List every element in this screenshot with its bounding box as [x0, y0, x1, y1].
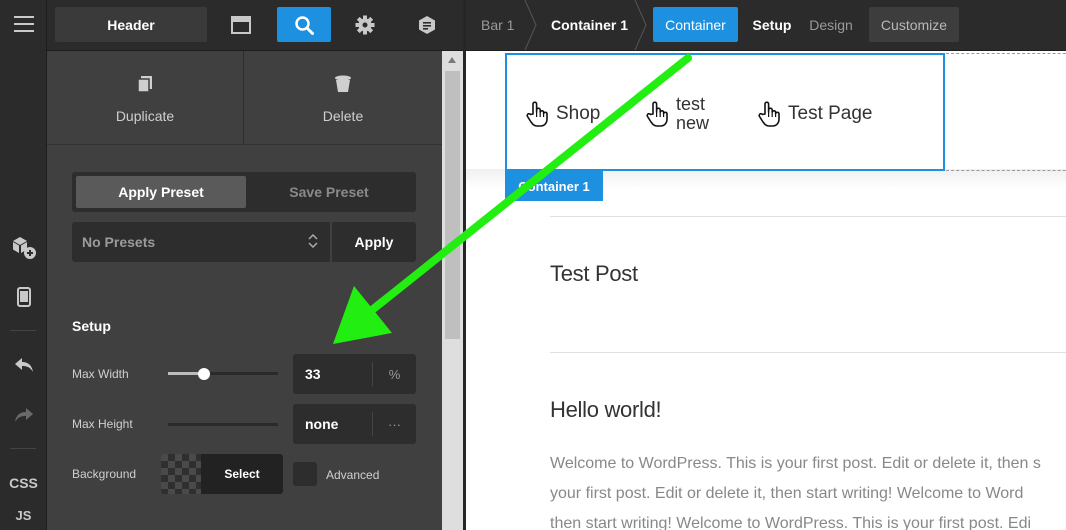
post-title[interactable]: Hello world!: [550, 397, 662, 423]
max-width-slider-handle[interactable]: [198, 368, 210, 380]
save-preset-tab[interactable]: Save Preset: [244, 176, 414, 208]
duplicate-icon: [137, 72, 153, 96]
scroll-up-icon[interactable]: [448, 57, 456, 63]
panel-scrollbar[interactable]: [442, 51, 463, 530]
post-divider: [550, 216, 1066, 217]
background-select-button[interactable]: Select: [201, 454, 283, 494]
rail-divider: [10, 448, 36, 449]
settings-panel: Duplicate Delete Apply Preset Save Prese…: [47, 51, 442, 530]
delete-button[interactable]: Delete: [244, 51, 442, 144]
pointer-hand-icon: [526, 101, 548, 127]
tab-customize[interactable]: Customize: [869, 7, 959, 42]
breadcrumb-separator-icon: [634, 0, 647, 50]
undo-icon[interactable]: [0, 345, 47, 385]
advanced-checkbox[interactable]: [293, 462, 317, 486]
excerpt-line: Welcome to WordPress. This is your first…: [550, 455, 1041, 472]
post-title[interactable]: Test Post: [550, 261, 638, 287]
max-width-value: 33: [305, 366, 321, 382]
nav-item-shop[interactable]: Shop: [526, 101, 600, 127]
advanced-label: Advanced: [326, 468, 380, 482]
top-toolbar: Header: [47, 0, 465, 51]
apply-preset-tab[interactable]: Apply Preset: [76, 176, 246, 208]
nav-item-label-line: test: [676, 94, 706, 114]
post-divider: [550, 352, 1066, 353]
excerpt-line: then start writing! Welcome to WordPress…: [550, 515, 1032, 530]
page-preview: Shop test new Test Page Container 1 Test…: [466, 51, 1066, 530]
nav-item-test-new[interactable]: test new: [646, 95, 709, 133]
gear-icon[interactable]: [345, 7, 385, 42]
background-label: Background: [72, 467, 137, 481]
max-width-unit[interactable]: %: [372, 362, 416, 386]
left-rail: CSS JS: [0, 0, 47, 530]
max-width-label: Max Width: [72, 367, 129, 381]
excerpt-line: your first post. Edit or delete it, then…: [550, 485, 1024, 502]
nav-item-test-page[interactable]: Test Page: [758, 101, 873, 127]
js-button[interactable]: JS: [0, 508, 47, 530]
trash-icon: [334, 72, 352, 96]
updown-chevron-icon: [308, 233, 318, 249]
section-title: Setup: [72, 318, 111, 334]
empty-container-outline[interactable]: [946, 53, 1066, 171]
nav-item-label-line: new: [676, 113, 710, 133]
breadcrumb-container-1[interactable]: Container 1: [551, 0, 628, 50]
container-label-tag[interactable]: Container 1: [505, 171, 603, 201]
pointer-hand-icon: [646, 101, 668, 127]
breadcrumb-bar-1[interactable]: Bar 1: [481, 0, 514, 50]
max-height-label: Max Height: [72, 417, 133, 431]
duplicate-button[interactable]: Duplicate: [47, 51, 243, 144]
preset-select[interactable]: No Presets: [72, 222, 330, 262]
responsive-icon[interactable]: [0, 277, 47, 317]
add-element-icon[interactable]: [0, 228, 47, 268]
preset-toggle: Apply Preset Save Preset: [72, 172, 416, 212]
tab-container[interactable]: Container: [653, 7, 738, 42]
max-height-slider-track[interactable]: [168, 423, 278, 426]
apply-button[interactable]: Apply: [332, 222, 416, 262]
rail-divider: [10, 330, 36, 331]
css-button[interactable]: CSS: [0, 463, 47, 503]
redo-icon[interactable]: [0, 395, 47, 435]
tab-design[interactable]: Design: [805, 7, 857, 42]
preset-select-value: No Presets: [82, 234, 156, 250]
max-height-input[interactable]: none ···: [293, 404, 416, 444]
more-options-icon[interactable]: ···: [372, 412, 416, 436]
header-button[interactable]: Header: [55, 7, 207, 42]
scrollbar-thumb[interactable]: [445, 71, 460, 339]
nav-item-label: test new: [676, 95, 709, 133]
breadcrumb: Bar 1 Container 1 Container Setup Design…: [466, 0, 1066, 51]
nav-item-label: Test Page: [788, 103, 873, 124]
search-icon[interactable]: [277, 7, 331, 42]
background-swatch[interactable]: [161, 454, 201, 494]
layout-icon[interactable]: [221, 7, 261, 42]
pointer-hand-icon: [758, 101, 780, 127]
post-excerpt: Welcome to WordPress. This is your first…: [550, 449, 1066, 530]
panel-divider: [47, 144, 442, 145]
breadcrumb-separator-icon: [524, 0, 537, 50]
nav-item-label: Shop: [556, 103, 601, 124]
max-width-input[interactable]: 33 %: [293, 354, 416, 394]
max-height-value: none: [305, 416, 339, 432]
delete-label: Delete: [322, 107, 364, 124]
layers-icon[interactable]: [407, 7, 447, 42]
tab-setup[interactable]: Setup: [750, 7, 794, 42]
duplicate-label: Duplicate: [115, 107, 175, 124]
menu-icon[interactable]: [0, 4, 47, 44]
